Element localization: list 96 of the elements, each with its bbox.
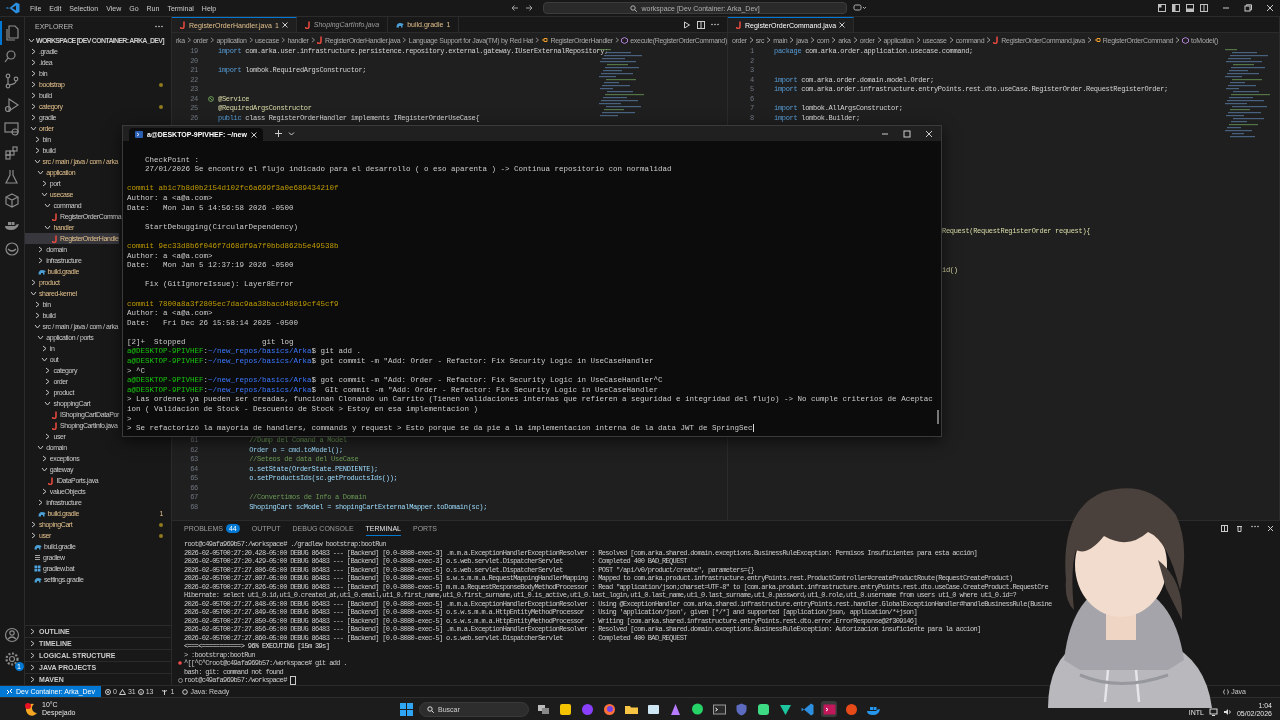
chevron-icon: [852, 37, 858, 43]
file-icon: [34, 554, 41, 561]
file-type-icon: [52, 234, 58, 243]
package-icon[interactable]: [4, 193, 20, 209]
chevron-icon: [248, 37, 253, 43]
layout-icon[interactable]: [1200, 4, 1208, 12]
cursor: [752, 424, 754, 433]
search-icon: [427, 705, 434, 713]
app-icon[interactable]: [557, 701, 573, 717]
chevron-icon: [831, 37, 837, 43]
split-icon[interactable]: [1221, 525, 1228, 532]
chevron-icon: [310, 37, 316, 43]
file-type-icon: [48, 476, 55, 485]
layout-icon[interactable]: [1186, 4, 1194, 12]
braces-icon: [1223, 688, 1230, 695]
error-icon: [105, 688, 111, 695]
chevron-icon: [915, 37, 921, 43]
split-editor-icon[interactable]: [697, 20, 705, 29]
maximize-icon[interactable]: [1244, 4, 1252, 12]
chevron-icon: [789, 37, 795, 43]
warning-icon: [118, 688, 126, 695]
antenna-icon: [161, 688, 169, 695]
file-type-icon: [37, 510, 46, 517]
forward-arrow-icon[interactable]: [525, 4, 534, 12]
class-icon: [1093, 37, 1101, 43]
file-type-icon: [37, 268, 46, 275]
chevron-icon: [281, 37, 286, 43]
dropdown-icon[interactable]: [287, 130, 295, 137]
file-type-icon: [34, 565, 41, 572]
extensions-icon[interactable]: [4, 145, 20, 161]
more-icon[interactable]: [155, 24, 163, 28]
files-icon[interactable]: [5, 25, 21, 41]
chevron-icon: [766, 37, 772, 43]
chevron-icon: [1086, 37, 1092, 43]
chevron-icon: [535, 37, 540, 43]
class-icon: [541, 37, 549, 43]
scrollbar-thumb: [937, 410, 939, 424]
shell-icon: [135, 131, 143, 138]
flask-icon[interactable]: [4, 169, 20, 185]
run-debug-icon[interactable]: [4, 97, 20, 113]
app-icon[interactable]: [755, 701, 771, 717]
code-editor-icon[interactable]: [799, 701, 815, 717]
close-icon[interactable]: [1266, 4, 1274, 12]
close-icon[interactable]: [281, 22, 288, 28]
close-icon[interactable]: [839, 22, 846, 28]
close-icon[interactable]: [925, 129, 933, 138]
weather-icon: [24, 702, 38, 716]
file-type-icon: [34, 543, 42, 550]
start-icon[interactable]: [400, 702, 413, 716]
chevron-icon: [210, 37, 215, 43]
more-icon[interactable]: [1251, 525, 1259, 528]
method-icon: [621, 36, 629, 44]
browser-icon[interactable]: [601, 701, 617, 717]
more-icon[interactable]: [711, 23, 719, 26]
network-icon[interactable]: [1208, 708, 1218, 716]
new-tab-icon[interactable]: [274, 130, 282, 137]
chevron-icon: [748, 37, 754, 43]
search-icon: [630, 4, 638, 12]
terminal-icon[interactable]: [711, 701, 727, 717]
chevron-icon: [876, 37, 882, 43]
settings-icon[interactable]: [4, 651, 20, 667]
layout-icon[interactable]: [1172, 4, 1180, 12]
chevron-icon: [186, 37, 192, 43]
cursor: [289, 675, 296, 685]
method-icon: [1182, 36, 1190, 44]
run-icon[interactable]: [683, 20, 691, 29]
file-type-icon: [180, 21, 186, 29]
close-icon[interactable]: [1267, 525, 1274, 532]
layout-icon[interactable]: [1158, 4, 1166, 12]
error-dot-icon: [178, 661, 182, 666]
file-type-icon: [736, 21, 742, 29]
chevron-icon: [948, 37, 954, 43]
file-type-icon: [396, 21, 405, 28]
chevron-icon: [402, 37, 407, 43]
file-type-icon: [52, 212, 58, 221]
chevron-icon[interactable]: [44, 224, 52, 231]
chevron-icon: [614, 37, 620, 43]
chat-bubble-icon[interactable]: [689, 701, 705, 717]
command-marker-icon: [177, 677, 183, 683]
logo-icon: [6, 2, 20, 14]
account-icon[interactable]: [4, 627, 20, 643]
volume-icon[interactable]: [1222, 708, 1232, 716]
close-icon[interactable]: [250, 131, 257, 138]
trash-icon[interactable]: [1236, 525, 1243, 532]
source-control-icon[interactable]: [4, 73, 20, 89]
file-type-icon: [993, 36, 1000, 44]
chevron-icon: [1175, 37, 1181, 43]
remote-icon: [6, 688, 13, 695]
info-icon: [137, 688, 144, 695]
chevron-icon: [809, 37, 815, 43]
minimize-icon[interactable]: [1222, 4, 1230, 12]
maximize-icon[interactable]: [903, 129, 911, 138]
file-type-icon: [34, 576, 42, 583]
back-arrow-icon[interactable]: [511, 4, 520, 12]
remote-explorer-icon[interactable]: [4, 121, 20, 137]
chevron-icon: [986, 37, 992, 43]
